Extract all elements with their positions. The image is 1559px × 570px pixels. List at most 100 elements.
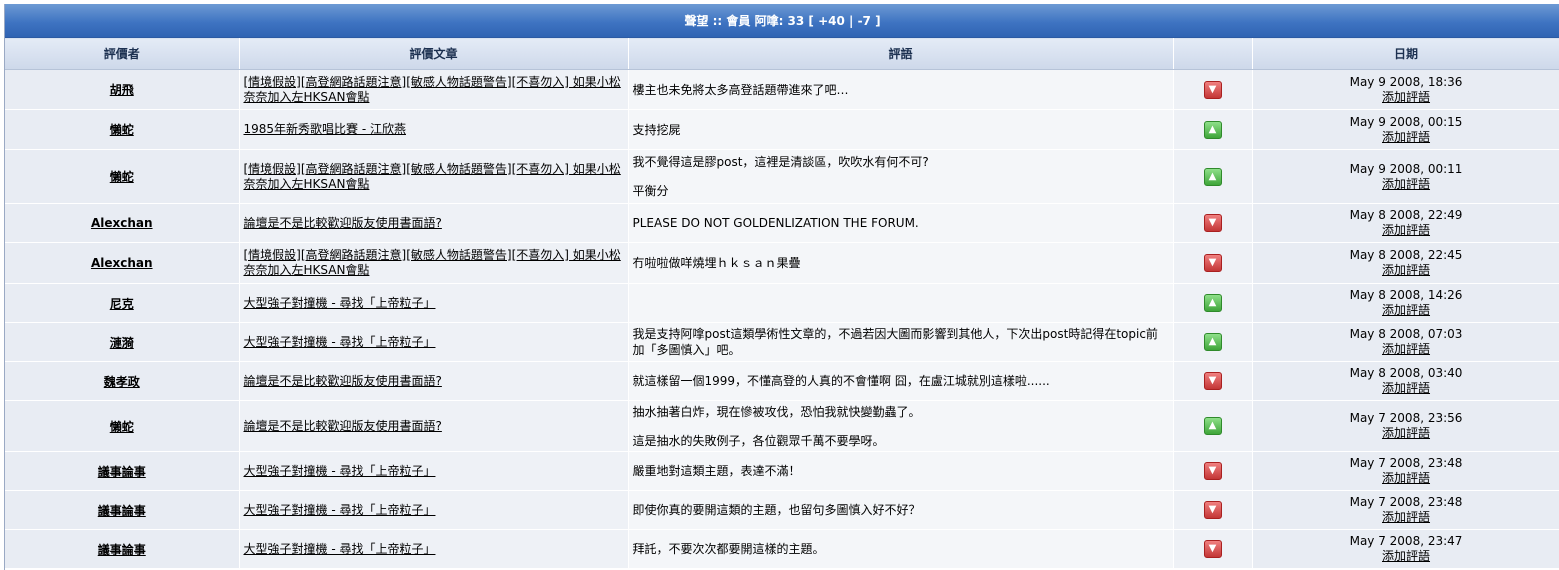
rater-cell: 議事論事: [5, 529, 240, 569]
comment-cell: 拜託，不要次次都要開這樣的主題。: [628, 529, 1174, 569]
article-link[interactable]: 大型強子對撞機 - 尋找「上帝粒子」: [244, 503, 436, 517]
comment-text: 抽水抽著白炸，現在慘被攻伐，恐怕我就快變勤蟲了。: [632, 404, 921, 419]
page-title: 聲望 :: 會員 阿嗱: 33 [ +40 | -7 ]: [5, 4, 1559, 38]
rating-cell: ▼: [1173, 490, 1253, 530]
thumb-down-icon: ▼: [1203, 214, 1222, 232]
reputation-rows: 胡飛 [情境假設][高登網路話題注意][敏感人物話題警告][不喜勿入] 如果小松奈…: [5, 69, 1559, 569]
date-cell: May 7 2008, 23:48 添加評語: [1252, 451, 1559, 491]
thumb-up-icon: ▲: [1203, 167, 1222, 186]
rater-link[interactable]: 懶蛇: [110, 420, 134, 434]
rating-date: May 8 2008, 22:45: [1349, 248, 1463, 262]
article-link[interactable]: 大型強子對撞機 - 尋找「上帝粒子」: [244, 464, 436, 478]
add-comment-link[interactable]: 添加評語: [1382, 549, 1430, 563]
comment-text: 拜託，不要次次都要開這樣的主題。: [632, 542, 825, 556]
column-header-article: 評價文章: [239, 37, 629, 70]
rating-date: May 9 2008, 00:15: [1349, 114, 1463, 129]
table-row: 尼克 大型強子對撞機 - 尋找「上帝粒子」 ▲ May 8 2008, 14:26 添加…: [5, 283, 1559, 323]
rater-link[interactable]: 議事論事: [98, 504, 146, 518]
rater-link[interactable]: 胡飛: [110, 83, 134, 97]
date-cell: May 8 2008, 22:49 添加評語: [1252, 203, 1559, 243]
rating-date: May 7 2008, 23:47: [1349, 534, 1463, 548]
rater-cell: 懶蛇: [5, 109, 240, 150]
add-comment-link[interactable]: 添加評語: [1382, 342, 1430, 356]
article-link[interactable]: [情境假設][高登網路話題注意][敏感人物話題警告][不喜勿入] 如果小松奈奈加…: [244, 75, 621, 104]
add-comment-link[interactable]: 添加評語: [1382, 130, 1430, 144]
comment-text: 冇啦啦做咩燒埋ｈｋｓａｎ果疊: [632, 256, 801, 270]
rater-link[interactable]: 漣漪: [110, 336, 134, 350]
rating-cell: ▲: [1173, 283, 1253, 323]
rater-cell: 懶蛇: [5, 149, 240, 204]
article-link[interactable]: [情境假設][高登網路話題注意][敏感人物話題警告][不喜勿入] 如果小松奈奈加…: [244, 248, 621, 277]
article-cell: 大型強子對撞機 - 尋找「上帝粒子」: [239, 322, 629, 362]
comment-cell: 樓主也未免將太多高登話題帶進來了吧…: [628, 69, 1174, 110]
column-header-comment: 評語: [628, 37, 1174, 70]
article-link[interactable]: 大型強子對撞機 - 尋找「上帝粒子」: [244, 296, 436, 310]
comment-text: 即使你真的要開這類的主題，也留句多圖慎入好不好？: [632, 503, 921, 517]
article-link[interactable]: 論壇是不是比較歡迎版友使用書面語?: [244, 216, 442, 230]
thumb-down-icon: ▼: [1203, 462, 1222, 480]
date-cell: May 7 2008, 23:48 添加評語: [1252, 490, 1559, 530]
article-link[interactable]: 論壇是不是比較歡迎版友使用書面語?: [244, 374, 442, 388]
rater-cell: 漣漪: [5, 322, 240, 362]
date-cell: May 9 2008, 18:36 添加評語: [1252, 69, 1559, 110]
comment-text: 就這樣留一個1999，不懂高登的人真的不會懂啊 囧，在盧江城就別這樣啦.....…: [632, 374, 1050, 388]
comment-text: 我不覺得這是膠post，這裡是清談區，吹吹水有何不可?: [632, 155, 929, 169]
article-link[interactable]: 論壇是不是比較歡迎版友使用書面語?: [244, 419, 442, 433]
add-comment-link[interactable]: 添加評語: [1382, 303, 1430, 317]
add-comment-link[interactable]: 添加評語: [1382, 381, 1430, 395]
thumb-down-icon: ▼: [1203, 254, 1222, 272]
article-cell: 大型強子對撞機 - 尋找「上帝粒子」: [239, 283, 629, 323]
date-cell: May 8 2008, 14:26 添加評語: [1252, 283, 1559, 323]
rating-cell: ▼: [1173, 242, 1253, 284]
rater-link[interactable]: 議事論事: [98, 543, 146, 557]
add-comment-link[interactable]: 添加評語: [1382, 471, 1430, 485]
comment-cell: 冇啦啦做咩燒埋ｈｋｓａｎ果疊: [628, 242, 1174, 284]
column-header-rater: 評價者: [5, 37, 240, 70]
table-row: 議事論事 大型強子對撞機 - 尋找「上帝粒子」 即使你真的要開這類的主題，也留句多圖…: [5, 490, 1559, 530]
thumb-down-icon: ▼: [1203, 501, 1222, 519]
date-cell: May 9 2008, 00:15 添加評語: [1252, 109, 1559, 150]
rater-cell: Alexchan: [5, 242, 240, 284]
article-cell: [情境假設][高登網路話題注意][敏感人物話題警告][不喜勿入] 如果小松奈奈加…: [239, 242, 629, 284]
comment-text: 嚴重地對這類主題，表達不滿！: [632, 464, 801, 478]
article-link[interactable]: 1985年新秀歌唱比賽 - 江欣燕: [244, 122, 407, 136]
article-link[interactable]: [情境假設][高登網路話題注意][敏感人物話題警告][不喜勿入] 如果小松奈奈加…: [244, 162, 621, 191]
add-comment-link[interactable]: 添加評語: [1382, 263, 1430, 277]
article-link[interactable]: 大型強子對撞機 - 尋找「上帝粒子」: [244, 542, 436, 556]
thumb-down-icon: ▼: [1203, 80, 1222, 99]
rater-link[interactable]: 懶蛇: [110, 170, 134, 184]
rating-cell: ▲: [1173, 322, 1253, 362]
add-comment-link[interactable]: 添加評語: [1382, 177, 1430, 191]
rating-date: May 9 2008, 00:11: [1349, 161, 1463, 176]
rating-cell: ▲: [1173, 149, 1253, 204]
rater-link[interactable]: Alexchan: [91, 256, 153, 270]
rater-link[interactable]: 魏孝政: [104, 375, 140, 389]
add-comment-link[interactable]: 添加評語: [1382, 510, 1430, 524]
date-cell: May 7 2008, 23:56 添加評語: [1252, 400, 1559, 452]
rater-link[interactable]: Alexchan: [91, 216, 153, 230]
table-row: 魏孝政 論壇是不是比較歡迎版友使用書面語? 就這樣留一個1999，不懂高登的人真的不…: [5, 361, 1559, 401]
add-comment-link[interactable]: 添加評語: [1382, 426, 1430, 440]
comment-cell: 我不覺得這是膠post，這裡是清談區，吹吹水有何不可? 平衡分: [628, 149, 1174, 204]
rater-cell: 魏孝政: [5, 361, 240, 401]
table-row: 漣漪 大型強子對撞機 - 尋找「上帝粒子」 我是支持阿嗱post這類學術性文章的，不…: [5, 322, 1559, 362]
comment-text: 我是支持阿嗱post這類學術性文章的，不過若因大圖而影響到其他人，下次出post…: [632, 327, 1158, 357]
article-cell: [情境假設][高登網路話題注意][敏感人物話題警告][不喜勿入] 如果小松奈奈加…: [239, 69, 629, 110]
rating-date: May 7 2008, 23:48: [1349, 456, 1463, 470]
add-comment-link[interactable]: 添加評語: [1382, 223, 1430, 237]
rater-link[interactable]: 尼克: [110, 297, 134, 311]
article-link[interactable]: 大型強子對撞機 - 尋找「上帝粒子」: [244, 335, 436, 349]
add-comment-link[interactable]: 添加評語: [1382, 90, 1430, 104]
rater-link[interactable]: 議事論事: [98, 465, 146, 479]
rater-link[interactable]: 懶蛇: [110, 123, 134, 137]
table-row: 議事論事 大型強子對撞機 - 尋找「上帝粒子」 拜託，不要次次都要開這樣的主題。 ▼ M…: [5, 529, 1559, 569]
article-cell: 論壇是不是比較歡迎版友使用書面語?: [239, 361, 629, 401]
table-row: 胡飛 [情境假設][高登網路話題注意][敏感人物話題警告][不喜勿入] 如果小松奈…: [5, 69, 1559, 110]
rating-date: May 8 2008, 03:40: [1349, 366, 1463, 380]
rating-date: May 8 2008, 07:03: [1349, 327, 1463, 341]
thumb-up-icon: ▲: [1203, 120, 1222, 139]
article-cell: 大型強子對撞機 - 尋找「上帝粒子」: [239, 490, 629, 530]
reputation-panel: 聲望 :: 會員 阿嗱: 33 [ +40 | -7 ] 評價者 評價文章 評語…: [4, 4, 1559, 570]
thumb-up-icon: ▲: [1203, 417, 1222, 435]
rating-date: May 7 2008, 23:56: [1349, 411, 1463, 425]
